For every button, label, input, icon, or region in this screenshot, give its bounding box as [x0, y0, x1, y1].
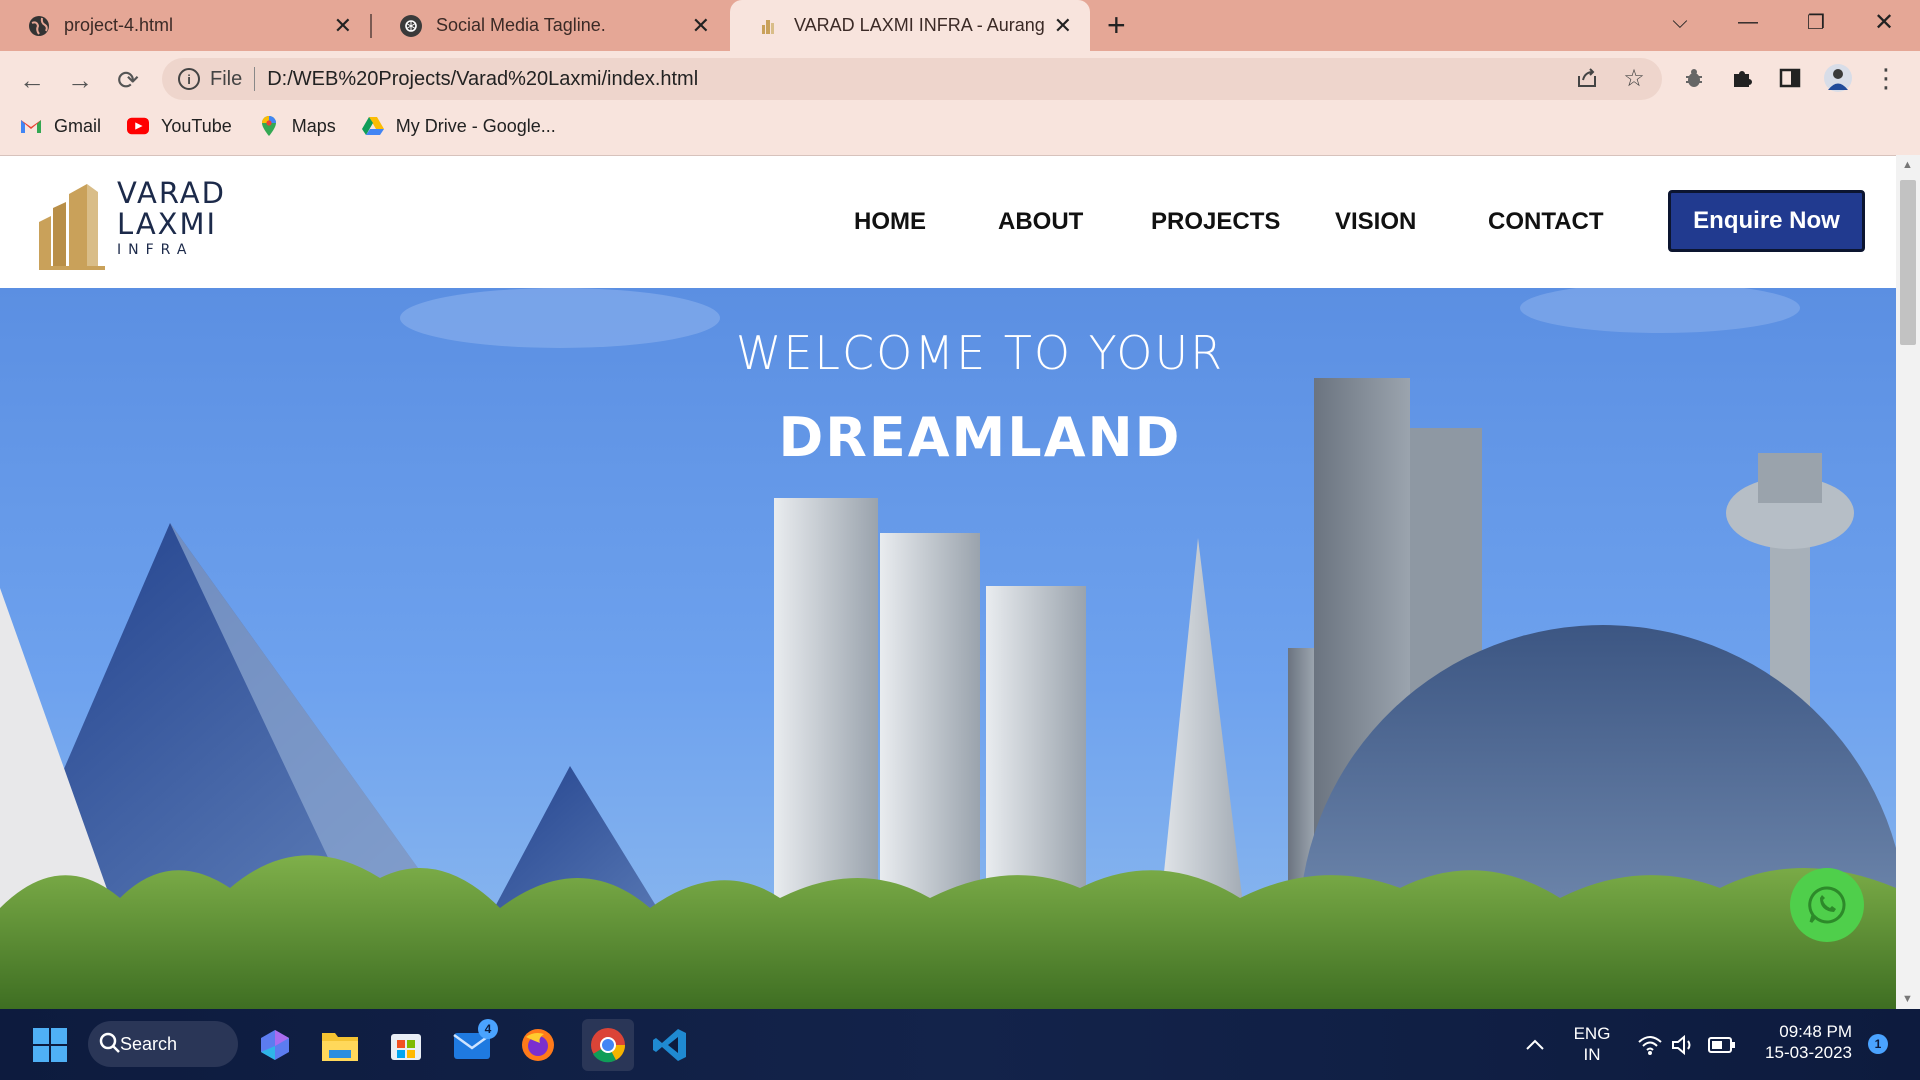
search-icon	[98, 1031, 122, 1060]
chrome-icon[interactable]	[582, 1019, 634, 1071]
site-info-icon[interactable]: i	[178, 68, 200, 90]
whatsapp-chat-button[interactable]	[1790, 868, 1864, 942]
profile-avatar[interactable]	[1822, 62, 1854, 94]
site-header: VARAD LAXMI INFRA HOME ABOUT PROJECTS VI…	[0, 156, 1896, 288]
bookmark-label: Maps	[291, 115, 336, 136]
url-text: D:/WEB%20Projects/Varad%20Laxmi/index.ht…	[267, 67, 699, 90]
close-tab-icon[interactable]: ✕	[692, 14, 710, 37]
share-icon[interactable]	[1571, 62, 1603, 94]
windows-start-icon[interactable]	[28, 1023, 72, 1067]
extensions-puzzle-icon[interactable]	[1726, 62, 1758, 94]
tab-title: project-4.html	[64, 15, 174, 35]
forward-button[interactable]: →	[62, 62, 98, 98]
show-hidden-icons-chevron[interactable]	[1513, 1023, 1557, 1067]
notification-count-badge[interactable]: 1	[1868, 1034, 1888, 1054]
tab-title: Social Media Tagline.	[436, 15, 606, 35]
enquire-now-button[interactable]: Enquire Now	[1668, 190, 1865, 252]
minimize-button[interactable]: —	[1718, 0, 1778, 44]
globe-icon	[28, 15, 50, 37]
hero-skyline-illustration	[0, 288, 1896, 1009]
bookmark-label: Gmail	[54, 115, 102, 136]
chatgpt-icon	[400, 14, 422, 37]
hero-welcome-text: WELCOME TO YOUR	[735, 326, 1225, 380]
copilot-icon[interactable]	[253, 1023, 297, 1067]
clock-time: 09:48 PM	[1779, 1022, 1852, 1041]
nav-home[interactable]: HOME	[854, 208, 926, 236]
bookmark-label: My Drive - Google...	[395, 115, 556, 136]
windows-taskbar: Search 4 ENG IN 09:48 PM 15-03-2023 1	[0, 1009, 1920, 1080]
youtube-icon	[127, 117, 150, 135]
battery-icon[interactable]	[1700, 1023, 1744, 1067]
scrollbar-thumb[interactable]	[1900, 180, 1916, 345]
firefox-icon[interactable]	[516, 1023, 560, 1067]
region-code: IN	[1583, 1045, 1601, 1064]
close-window-button[interactable]: ✕	[1854, 0, 1914, 44]
hero-headline: DREAMLAND	[778, 406, 1182, 469]
language-indicator[interactable]: ENG IN	[1566, 1023, 1618, 1065]
logo-buildings-icon	[39, 184, 105, 270]
scroll-down-arrow-icon[interactable]: ▼	[1902, 993, 1913, 1005]
menu-kebab-icon[interactable]: ⋮	[1870, 62, 1902, 94]
microsoft-store-icon[interactable]	[384, 1023, 428, 1067]
bookmark-drive[interactable]: My Drive - Google...	[361, 115, 556, 137]
browser-tab[interactable]: project-4.html ✕	[0, 0, 370, 51]
close-tab-icon[interactable]: ✕	[334, 14, 352, 37]
address-bar[interactable]: i File D:/WEB%20Projects/Varad%20Laxmi/i…	[162, 58, 1662, 100]
back-button[interactable]: ←	[14, 62, 50, 98]
bookmark-maps[interactable]: Maps	[258, 116, 336, 137]
bookmark-gmail[interactable]: Gmail	[20, 116, 101, 137]
tab-search-chevron-icon[interactable]: ⌵	[1650, 0, 1710, 44]
search-label: Search	[120, 1033, 178, 1054]
gmail-icon	[20, 117, 42, 135]
reload-button[interactable]: ⟳	[110, 62, 146, 98]
nav-vision[interactable]: VISION	[1335, 208, 1416, 236]
page-scrollbar[interactable]: ▲ ▼	[1896, 155, 1920, 1009]
logo-line-laxmi: LAXMI	[117, 207, 218, 241]
site-favicon	[758, 15, 780, 37]
browser-tab-strip: project-4.html ✕ Social Media Tagline. ✕…	[0, 0, 1920, 51]
file-explorer-icon[interactable]	[318, 1023, 362, 1067]
logo-wordmark: VARAD LAXMI INFRA	[117, 176, 226, 259]
vscode-icon[interactable]	[648, 1023, 692, 1067]
browser-tab-active[interactable]: VARAD LAXMI INFRA - Aurangab ✕	[730, 0, 1090, 51]
close-tab-icon[interactable]: ✕	[1054, 14, 1072, 37]
nav-projects[interactable]: PROJECTS	[1151, 208, 1280, 236]
hero-banner: WELCOME TO YOUR DREAMLAND	[0, 288, 1896, 1009]
nav-contact[interactable]: CONTACT	[1488, 208, 1604, 236]
logo-line-infra: INFRA	[117, 242, 194, 258]
drive-icon	[361, 117, 384, 135]
web-page-viewport: VARAD LAXMI INFRA HOME ABOUT PROJECTS VI…	[0, 155, 1896, 1009]
nav-about[interactable]: ABOUT	[998, 208, 1083, 236]
whatsapp-icon	[1808, 886, 1846, 924]
browser-tab[interactable]: Social Media Tagline. ✕	[372, 0, 728, 51]
taskbar-search[interactable]: Search	[88, 1021, 238, 1067]
new-tab-button[interactable]: +	[1107, 8, 1126, 42]
bookmark-star-icon[interactable]: ☆	[1618, 62, 1650, 94]
restore-button[interactable]: ❐	[1786, 0, 1846, 44]
scroll-up-arrow-icon[interactable]: ▲	[1902, 159, 1913, 171]
scheme-label: File	[210, 67, 243, 90]
clock[interactable]: 09:48 PM 15-03-2023	[1752, 1021, 1852, 1063]
mail-unread-badge: 4	[478, 1019, 498, 1039]
bookmark-youtube[interactable]: YouTube	[127, 116, 232, 137]
tab-title: VARAD LAXMI INFRA - Aurangab	[794, 15, 1044, 35]
site-logo[interactable]: VARAD LAXMI INFRA	[36, 170, 256, 270]
side-panel-icon[interactable]	[1774, 62, 1806, 94]
language-code: ENG	[1573, 1024, 1611, 1043]
maps-icon	[258, 116, 280, 136]
clock-date: 15-03-2023	[1765, 1043, 1852, 1062]
bookmarks-bar: Gmail YouTube Maps My Drive - Google...	[0, 108, 1920, 144]
bug-extension-icon[interactable]	[1678, 62, 1710, 94]
logo-line-varad: VARAD	[117, 176, 226, 210]
bookmark-label: YouTube	[161, 115, 232, 136]
address-divider	[254, 67, 256, 91]
